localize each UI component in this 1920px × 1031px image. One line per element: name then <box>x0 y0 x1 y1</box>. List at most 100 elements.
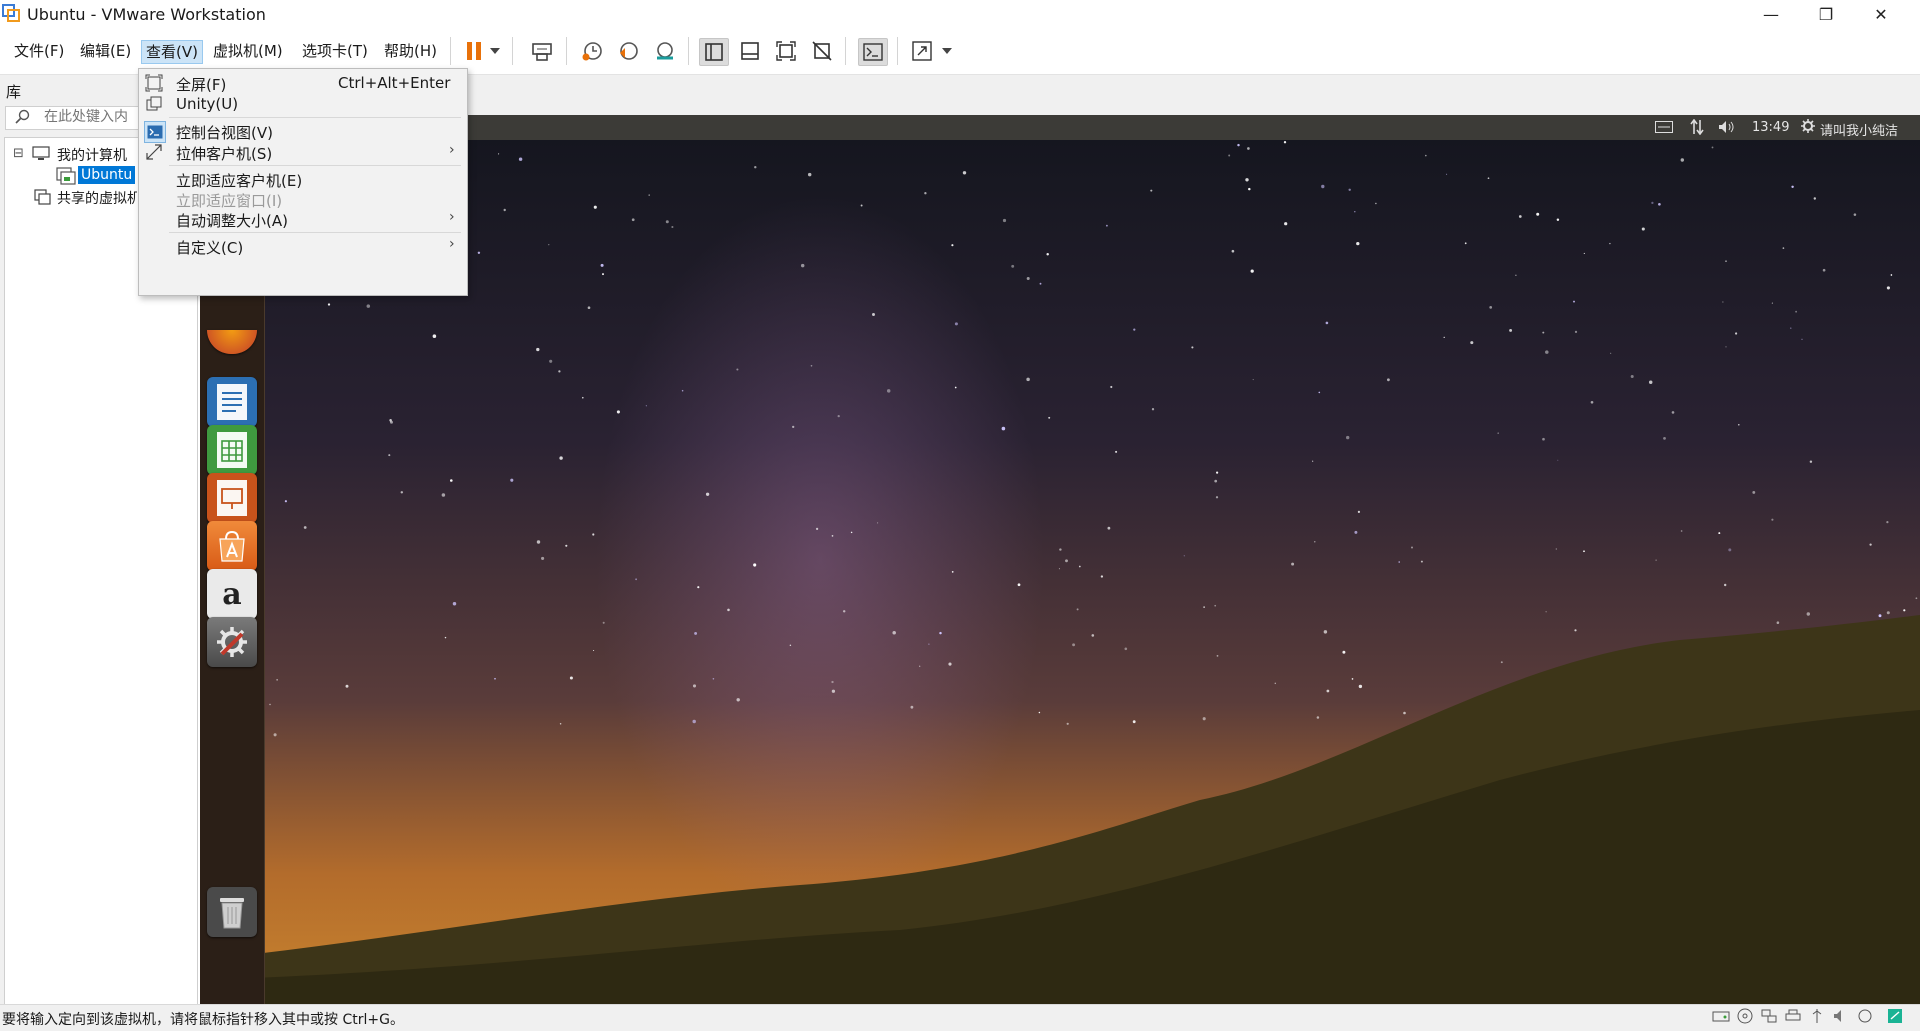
console-view-icon[interactable] <box>858 38 888 66</box>
trash-icon[interactable] <box>207 887 257 937</box>
star <box>1245 178 1249 182</box>
snapshot-take-icon[interactable] <box>578 38 606 64</box>
menu-item-console-view[interactable]: 控制台视图(V) <box>139 120 467 143</box>
tree-item-shared-vms[interactable]: 共享的虚拟机 <box>57 188 137 208</box>
star <box>1191 346 1194 349</box>
menu-item-autosize[interactable]: 自动调整大小(A) › <box>139 208 467 230</box>
star <box>569 676 573 680</box>
cd-icon[interactable] <box>1736 1008 1754 1024</box>
firefox-icon[interactable] <box>207 330 257 354</box>
snapshot-manager-icon[interactable] <box>650 38 678 64</box>
menu-edit[interactable]: 编辑(E) <box>76 40 135 62</box>
star <box>1886 611 1890 615</box>
star <box>1323 630 1328 634</box>
star <box>1410 546 1414 549</box>
star <box>837 414 840 418</box>
software-center-icon[interactable] <box>207 521 257 571</box>
menu-view[interactable]: 查看(V) <box>141 40 203 64</box>
menu-item-fullscreen[interactable]: 全屏(F) Ctrl+Alt+Enter <box>139 72 467 94</box>
star <box>269 703 271 706</box>
menu-label: 控制台视图(V) <box>176 124 273 142</box>
unity-icon[interactable] <box>808 38 836 64</box>
volume-icon[interactable] <box>1718 120 1736 138</box>
usb-icon[interactable] <box>1808 1008 1826 1024</box>
star <box>1790 327 1792 329</box>
hdd-icon[interactable] <box>1712 1008 1730 1024</box>
menu-item-fit-guest-now[interactable]: 立即适应客户机(E) <box>139 168 467 190</box>
star <box>1806 612 1811 616</box>
star <box>1354 211 1356 213</box>
star <box>1375 202 1377 205</box>
menu-tabs[interactable]: 选项卡(T) <box>298 40 372 62</box>
impress-icon[interactable] <box>207 473 257 523</box>
stretch-icon[interactable] <box>908 38 936 64</box>
send-ctrl-alt-del-icon[interactable] <box>528 38 556 64</box>
menu-file[interactable]: 文件(F) <box>10 40 68 62</box>
minimize-button[interactable]: — <box>1748 0 1794 29</box>
star <box>1076 608 1079 611</box>
star <box>1813 197 1817 200</box>
star <box>276 679 278 681</box>
gear-icon[interactable] <box>1801 119 1815 137</box>
star <box>1325 321 1329 325</box>
star <box>1663 437 1666 440</box>
menu-item-customize[interactable]: 自定义(C) › <box>139 235 467 257</box>
fullscreen-icon[interactable] <box>772 38 800 64</box>
star <box>432 334 437 338</box>
network-arrows-icon[interactable] <box>1690 118 1704 139</box>
star <box>631 218 635 222</box>
amazon-icon[interactable]: a <box>207 569 257 619</box>
star <box>1105 224 1108 227</box>
calc-icon[interactable] <box>207 425 257 475</box>
star <box>1518 215 1522 218</box>
star <box>1557 459 1559 461</box>
sound-icon[interactable] <box>1832 1008 1850 1024</box>
star <box>518 157 523 161</box>
library-header: 库 <box>6 83 22 101</box>
writer-icon[interactable] <box>207 377 257 427</box>
star <box>928 643 930 645</box>
keyboard-icon[interactable] <box>1655 121 1673 137</box>
network-icon[interactable] <box>1760 1008 1778 1024</box>
dropdown-arrow-icon[interactable] <box>486 38 504 64</box>
star <box>1398 561 1400 563</box>
menu-item-stretch-guest[interactable]: 拉伸客户机(S) › <box>139 141 467 163</box>
star <box>1091 634 1095 637</box>
star <box>1446 173 1448 175</box>
notes-icon[interactable] <box>1886 1008 1904 1024</box>
menu-vm[interactable]: 虚拟机(M) <box>209 40 287 62</box>
tree-item-my-computer[interactable]: 我的计算机 <box>57 145 127 165</box>
snapshot-revert-icon[interactable] <box>614 38 642 64</box>
dropdown-arrow-icon[interactable] <box>938 38 956 64</box>
tree-expander-icon[interactable]: ⊟ <box>13 146 24 161</box>
close-button[interactable]: ✕ <box>1858 0 1904 29</box>
pause-icon[interactable] <box>460 38 488 64</box>
star <box>593 649 595 652</box>
user-name-label[interactable]: 请叫我小纯洁 <box>1820 120 1898 139</box>
star <box>1318 391 1321 394</box>
star <box>1351 678 1354 680</box>
star <box>665 220 669 224</box>
tree-item-ubuntu[interactable]: Ubuntu <box>78 166 136 184</box>
maximize-button[interactable]: ❐ <box>1803 0 1849 29</box>
star <box>1542 331 1545 334</box>
star <box>1890 274 1893 276</box>
star <box>390 420 393 424</box>
thumbnail-bar-icon[interactable] <box>736 38 764 64</box>
star <box>1658 202 1661 206</box>
star <box>1216 655 1219 657</box>
star <box>712 678 715 680</box>
star <box>1771 518 1774 521</box>
printer-icon[interactable] <box>1784 1008 1802 1024</box>
star <box>1356 241 1360 246</box>
clock-label[interactable]: 13:49 <box>1752 120 1789 135</box>
star <box>1183 555 1185 557</box>
menu-item-unity[interactable]: Unity(U) <box>139 93 467 115</box>
settings-icon[interactable] <box>207 617 257 667</box>
display-icon[interactable] <box>1856 1008 1874 1024</box>
star <box>1151 408 1155 411</box>
library-search-input[interactable] <box>42 108 146 126</box>
star <box>548 244 550 246</box>
menu-help[interactable]: 帮助(H) <box>380 40 441 62</box>
library-view-icon[interactable] <box>699 38 729 66</box>
